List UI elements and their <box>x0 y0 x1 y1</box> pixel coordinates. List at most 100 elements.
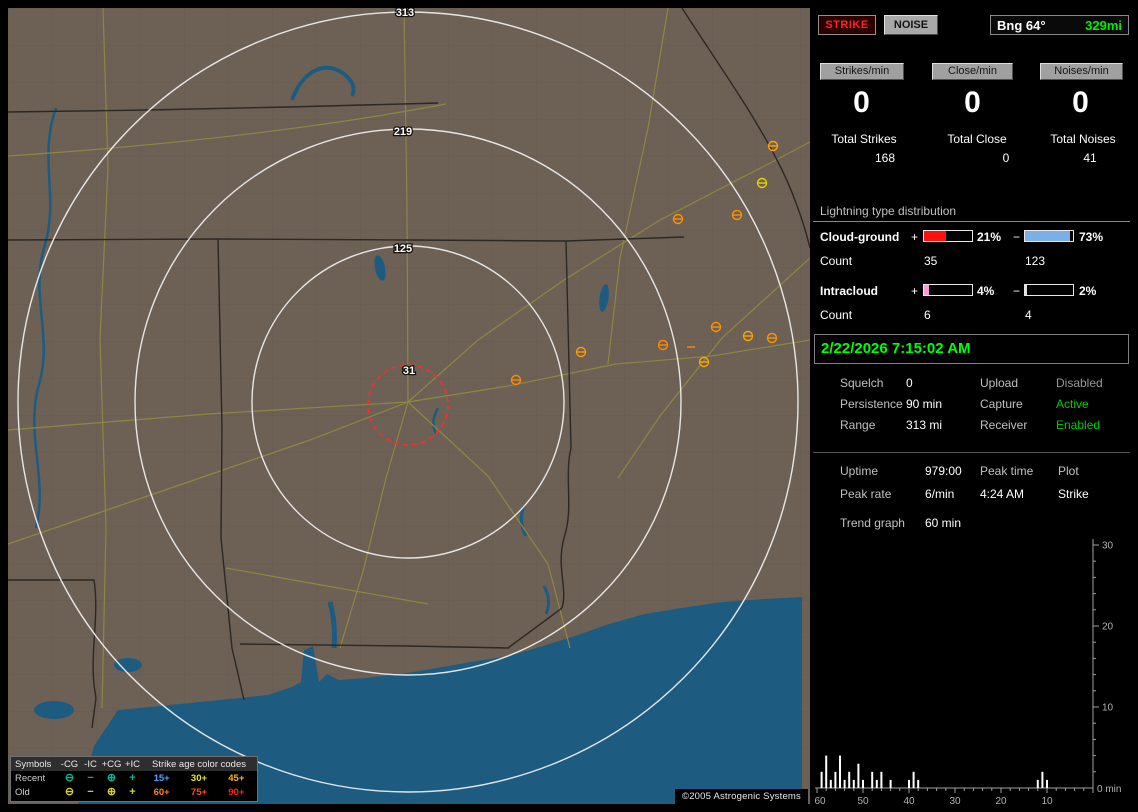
age-15: 15+ <box>153 772 170 784</box>
plus-sign: + <box>911 230 919 244</box>
legend-col-neg-ic: -IC <box>84 758 97 770</box>
svg-text:219: 219 <box>394 126 412 138</box>
receiver-status: Enabled <box>1056 418 1101 432</box>
legend-symbols-header: Symbols <box>15 758 52 770</box>
copyright-notice: ©2005 Astrogenic Systems <box>675 789 808 804</box>
svg-text:0 min: 0 min <box>1097 784 1121 795</box>
strike-mode-button[interactable]: STRIKE <box>818 15 876 35</box>
cg-plus-pct: 21% <box>977 230 1002 244</box>
cg-minus-bar <box>1024 230 1074 242</box>
ic-minus-count: 4 <box>1025 308 1032 322</box>
minus-sign: − <box>1013 230 1021 244</box>
bearing-range-box: Bng 64° 329mi <box>990 15 1129 35</box>
lightning-map[interactable]: 313 219 125 31 Symbols -CG -IC +CG +IC Stri… <box>8 8 810 804</box>
peak-rate-row: Peak rate 6/min 4:24 AM Strike <box>813 487 1132 503</box>
intracloud-label: Intracloud <box>820 284 879 298</box>
close-per-min-badge[interactable]: Close/min <box>932 63 1013 80</box>
age-75: 75+ <box>190 786 208 798</box>
old-pos-ic-icon: + <box>129 786 136 798</box>
legend-age-header: Strike age color codes <box>152 758 246 770</box>
receiver-label: Receiver <box>980 418 1028 432</box>
svg-text:31: 31 <box>403 365 415 377</box>
cloud-ground-row: Cloud-ground + 21% − 73% <box>813 230 1132 244</box>
plot-value: Strike <box>1058 487 1089 501</box>
age-90: 90+ <box>228 786 245 798</box>
svg-text:10: 10 <box>1041 796 1053 804</box>
cg-minus-pct: 73% <box>1079 230 1104 244</box>
svg-text:40: 40 <box>903 796 915 804</box>
peak-rate-value: 6/min <box>925 487 955 501</box>
svg-text:30: 30 <box>1102 541 1114 552</box>
age-60: 60+ <box>153 786 170 798</box>
range-setting-label: Range <box>840 418 876 432</box>
trend-window-value: 60 min <box>925 516 962 530</box>
map-canvas: 313 219 125 31 <box>8 8 810 804</box>
cg-plus-bar-fill <box>924 231 946 241</box>
peak-rate-label: Peak rate <box>840 487 892 501</box>
total-close-label: Total Close <box>947 132 1007 146</box>
persistence-value: 90 min <box>906 397 943 411</box>
squelch-value: 0 <box>906 376 913 390</box>
total-noises-label: Total Noises <box>1050 132 1116 146</box>
settings-row-range: Range 313 mi Receiver Enabled <box>813 418 1132 434</box>
upload-status: Disabled <box>1056 376 1103 390</box>
legend-recent-label: Recent <box>15 772 46 784</box>
plus-sign: + <box>911 284 919 298</box>
uptime-value: 979:00 <box>925 464 962 478</box>
old-neg-ic-icon: − <box>87 786 94 798</box>
sidebar: STRIKE NOISE Bng 64° 329mi Strikes/min C… <box>813 8 1132 804</box>
minus-sign: − <box>1013 284 1021 298</box>
squelch-label: Squelch <box>840 376 884 390</box>
trend-graph: 60 50 40 30 20 10 0 min 10 20 30 <box>814 539 1121 804</box>
count-label: Count <box>820 308 853 322</box>
old-neg-cg-icon: ⊖ <box>64 786 75 798</box>
persistence-label: Persistence <box>840 397 903 411</box>
noise-mode-button[interactable]: NOISE <box>884 15 938 35</box>
datetime-display: 2/22/2026 7:15:02 AM <box>814 334 1129 364</box>
cg-minus-count: 123 <box>1025 254 1046 268</box>
legend-col-pos-cg: +CG <box>101 758 122 770</box>
cg-minus-bar-fill <box>1025 231 1071 241</box>
recent-pos-cg-icon: ⊕ <box>106 772 117 784</box>
range-value: 329mi <box>1085 17 1122 33</box>
ic-minus-bar <box>1024 284 1074 296</box>
recent-neg-ic-icon: − <box>87 772 94 784</box>
svg-text:20: 20 <box>995 796 1007 804</box>
age-30: 30+ <box>190 772 208 784</box>
peak-time-label: Peak time <box>980 464 1034 478</box>
trend-graph-label: Trend graph <box>840 516 905 530</box>
ic-plus-bar <box>923 284 973 296</box>
count-label: Count <box>820 254 853 268</box>
strikes-per-min-badge[interactable]: Strikes/min <box>820 63 904 80</box>
noises-per-min-badge[interactable]: Noises/min <box>1040 63 1123 80</box>
upload-label: Upload <box>980 376 1019 390</box>
settings-row-squelch: Squelch 0 Upload Disabled <box>813 376 1132 392</box>
legend-old-label: Old <box>15 786 30 798</box>
divider <box>813 452 1130 453</box>
total-noises-value: 41 <box>1083 151 1097 165</box>
svg-text:10: 10 <box>1102 703 1114 714</box>
svg-text:50: 50 <box>857 796 869 804</box>
cloud-ground-label: Cloud-ground <box>820 230 900 244</box>
noises-per-min-value: 0 <box>1072 86 1089 119</box>
cg-plus-count: 35 <box>924 254 938 268</box>
ic-plus-count: 6 <box>924 308 931 322</box>
uptime-label: Uptime <box>840 464 879 478</box>
distribution-title: Lightning type distribution <box>820 204 957 218</box>
svg-text:20: 20 <box>1102 622 1114 633</box>
recent-neg-cg-icon: ⊖ <box>64 772 75 784</box>
capture-status: Active <box>1056 397 1089 411</box>
close-per-min-value: 0 <box>964 86 981 119</box>
strikes-per-min-value: 0 <box>853 86 870 119</box>
svg-text:125: 125 <box>394 243 412 255</box>
ic-plus-pct: 4% <box>977 284 995 298</box>
cg-plus-bar <box>923 230 973 242</box>
svg-text:60: 60 <box>814 796 826 804</box>
app-window: { "map": { "ring_labels": [ {"text": "31… <box>0 0 1138 812</box>
ic-count-row: Count 6 4 <box>813 308 1132 322</box>
cg-count-row: Count 35 123 <box>813 254 1132 268</box>
uptime-row: Uptime 979:00 Peak time Plot <box>813 464 1132 480</box>
bearing-value: Bng 64° <box>997 17 1046 33</box>
recent-pos-ic-icon: + <box>129 772 136 784</box>
total-strikes-label: Total Strikes <box>831 132 897 146</box>
